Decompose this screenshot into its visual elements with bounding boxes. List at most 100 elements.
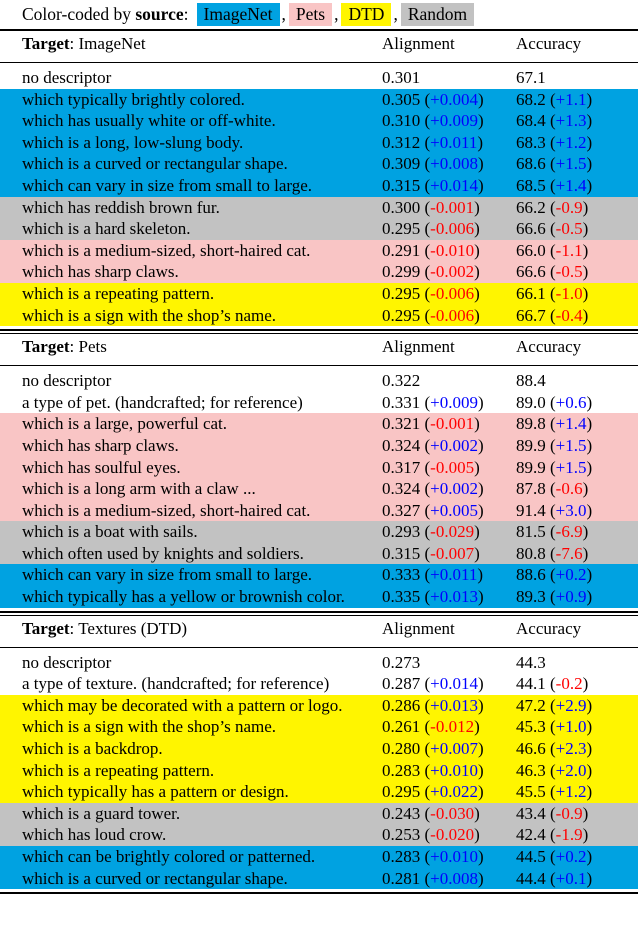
results-table-figure: Color-coded by source: ImageNet , Pets ,… <box>0 0 638 952</box>
alignment-cell: 0.300 (-0.001) <box>370 196 504 219</box>
target-cell: Target: ImageNet <box>0 31 370 62</box>
accuracy-value: 68.6 (+1.5) <box>516 154 593 174</box>
section-textures: Target: Textures (DTD) Alignment Accurac… <box>0 616 638 895</box>
alignment-delta: -0.002 <box>430 262 475 282</box>
alignment-value: 0.310 (+0.009) <box>382 111 484 131</box>
alignment-value: 0.305 (+0.004) <box>382 89 484 109</box>
alignment-delta: -0.006 <box>430 219 475 239</box>
alignment-delta: -0.006 <box>430 305 475 325</box>
descriptor-cell: which often used by knights and soldiers… <box>0 542 370 565</box>
alignment-cell: 0.324 (+0.002) <box>370 434 504 457</box>
target-colon: : <box>69 34 79 53</box>
descriptor-cell: which has sharp claws. <box>0 434 370 457</box>
alignment-cell: 0.283 (+0.010) <box>370 846 504 868</box>
descriptor-cell: which is a long, low-slung body. <box>0 131 370 154</box>
accuracy-value: 68.2 (+1.1) <box>516 89 593 109</box>
alignment-cell: 0.301 <box>370 67 504 89</box>
accuracy-cell: 45.3 (+1.0) <box>504 716 638 739</box>
table-row: which has soulful eyes. 0.317 (-0.005) 89.… <box>0 456 638 479</box>
descriptor-cell: which is a large, powerful cat. <box>0 413 370 435</box>
table-pets: Target: Pets Alignment Accuracy <box>0 334 638 365</box>
accuracy-cell: 44.5 (+0.2) <box>504 846 638 868</box>
column-header-alignment: Alignment <box>382 337 455 357</box>
accuracy-delta: +1.1 <box>555 89 587 109</box>
accuracy-value: 46.3 (+2.0) <box>516 760 593 780</box>
table-row: which is a medium-sized, short-haired ca… <box>0 239 638 262</box>
table-row: which typically has a pattern or design.… <box>0 781 638 803</box>
alignment-value: 0.312 (+0.011) <box>382 132 484 152</box>
alignment-value: 0.324 (+0.002) <box>382 479 484 499</box>
alignment-value: 0.243 (-0.030) <box>382 803 480 823</box>
accuracy-cell: 67.1 <box>504 67 638 89</box>
descriptor-cell: which can vary in size from small to lar… <box>0 174 370 197</box>
descriptor-cell: which is a hard skeleton. <box>0 218 370 240</box>
legend-prefix: Color-coded by source: <box>22 4 189 25</box>
accuracy-cell: 89.3 (+0.9) <box>504 586 638 608</box>
alignment-delta: +0.022 <box>430 782 479 802</box>
table-row: which is a long arm with a claw ... 0.324… <box>0 478 638 500</box>
alignment-cell: 0.291 (-0.010) <box>370 239 504 262</box>
descriptor-cell: which has usually white or off-white. <box>0 110 370 132</box>
descriptor-cell: no descriptor <box>22 68 112 87</box>
accuracy-cell: 89.0 (+0.6) <box>504 392 638 414</box>
accuracy-value: 68.5 (+1.4) <box>516 175 593 195</box>
descriptor-cell: which is a boat with sails. <box>0 521 370 543</box>
table-row: which is a hard skeleton. 0.295 (-0.006) 6… <box>0 218 638 240</box>
alignment-delta: -0.012 <box>430 717 475 737</box>
table-row: no descriptor 0.273 44.3 <box>0 652 638 674</box>
accuracy-cell: 66.0 (-1.1) <box>504 239 638 262</box>
rows-imagenet: no descriptor 0.301 67.1 which typically br… <box>0 63 638 329</box>
alignment-delta: -0.007 <box>430 543 475 563</box>
descriptor-cell: which is a medium-sized, short-haired ca… <box>0 239 370 262</box>
accuracy-value: 66.7 (-0.4) <box>516 305 589 325</box>
alignment-cell: 0.315 (+0.014) <box>370 174 504 197</box>
legend-chip-dtd: DTD <box>341 3 392 26</box>
table-row: which is a sign with the shop’s name. 0.2… <box>0 304 638 327</box>
alignment-delta: -0.001 <box>430 414 475 434</box>
alignment-value: 0.324 (+0.002) <box>382 435 484 455</box>
color-legend: Color-coded by source: ImageNet , Pets ,… <box>0 0 638 29</box>
alignment-cell: 0.322 <box>370 370 504 392</box>
accuracy-cell: 43.4 (-0.9) <box>504 802 638 825</box>
column-header-alignment: Alignment <box>382 34 455 53</box>
alignment-delta: +0.013 <box>430 587 479 607</box>
target-label: Target <box>22 337 70 357</box>
table-row: which has sharp claws. 0.324 (+0.002) 89.9… <box>0 434 638 457</box>
table-row: which is a long, low-slung body. 0.312 (+… <box>0 131 638 154</box>
table-header-row: Target: ImageNet Alignment Accuracy <box>0 31 638 62</box>
accuracy-delta: +1.2 <box>555 782 587 802</box>
accuracy-cell: 42.4 (-1.9) <box>504 824 638 846</box>
alignment-value: 0.327 (+0.005) <box>382 500 484 520</box>
column-header-alignment: Alignment <box>382 618 455 638</box>
accuracy-value: 43.4 (-0.9) <box>516 803 589 823</box>
accuracy-value: 68.3 (+1.2) <box>516 132 593 152</box>
legend-separator-3: , <box>393 4 398 24</box>
accuracy-value: 44.1 (-0.2) <box>516 674 589 694</box>
accuracy-value: 88.6 (+0.2) <box>516 565 593 585</box>
accuracy-cell: 44.3 <box>504 652 638 674</box>
alignment-value: 0.281 (+0.008) <box>382 868 484 888</box>
legend-separator-2: , <box>334 4 339 24</box>
accuracy-cell: 44.1 (-0.2) <box>504 673 638 695</box>
alignment-value: 0.291 (-0.010) <box>382 240 480 260</box>
accuracy-value: 66.0 (-1.1) <box>516 240 589 260</box>
alignment-delta: -0.029 <box>430 522 475 542</box>
table-header-row: Target: Pets Alignment Accuracy <box>0 334 638 365</box>
legend-prefix-text: Color-coded by <box>22 4 136 24</box>
table-row: a type of texture. (handcrafted; for ref… <box>0 673 638 695</box>
accuracy-cell: 66.2 (-0.9) <box>504 196 638 219</box>
accuracy-cell: 66.6 (-0.5) <box>504 218 638 240</box>
table-imagenet: Target: ImageNet Alignment Accuracy <box>0 31 638 62</box>
rows-textures: no descriptor 0.273 44.3 a type of texture.… <box>0 648 638 893</box>
table-pets-body: no descriptor 0.322 88.4 a type of pet. (ha… <box>0 366 638 611</box>
legend-chip-pets: Pets <box>288 3 333 26</box>
table-row: which has loud crow. 0.253 (-0.020) 42.4 (… <box>0 824 638 846</box>
alignment-cell: 0.315 (-0.007) <box>370 542 504 565</box>
accuracy-delta: -0.5 <box>555 219 583 239</box>
descriptor-cell: a type of pet. (handcrafted; for referen… <box>22 392 303 412</box>
legend-colon: : <box>183 4 189 24</box>
target-name: Pets <box>78 337 107 357</box>
descriptor-cell: which typically has a yellow or brownish… <box>0 586 370 608</box>
alignment-delta: +0.010 <box>430 760 479 780</box>
alignment-value: 0.283 (+0.010) <box>382 847 484 866</box>
